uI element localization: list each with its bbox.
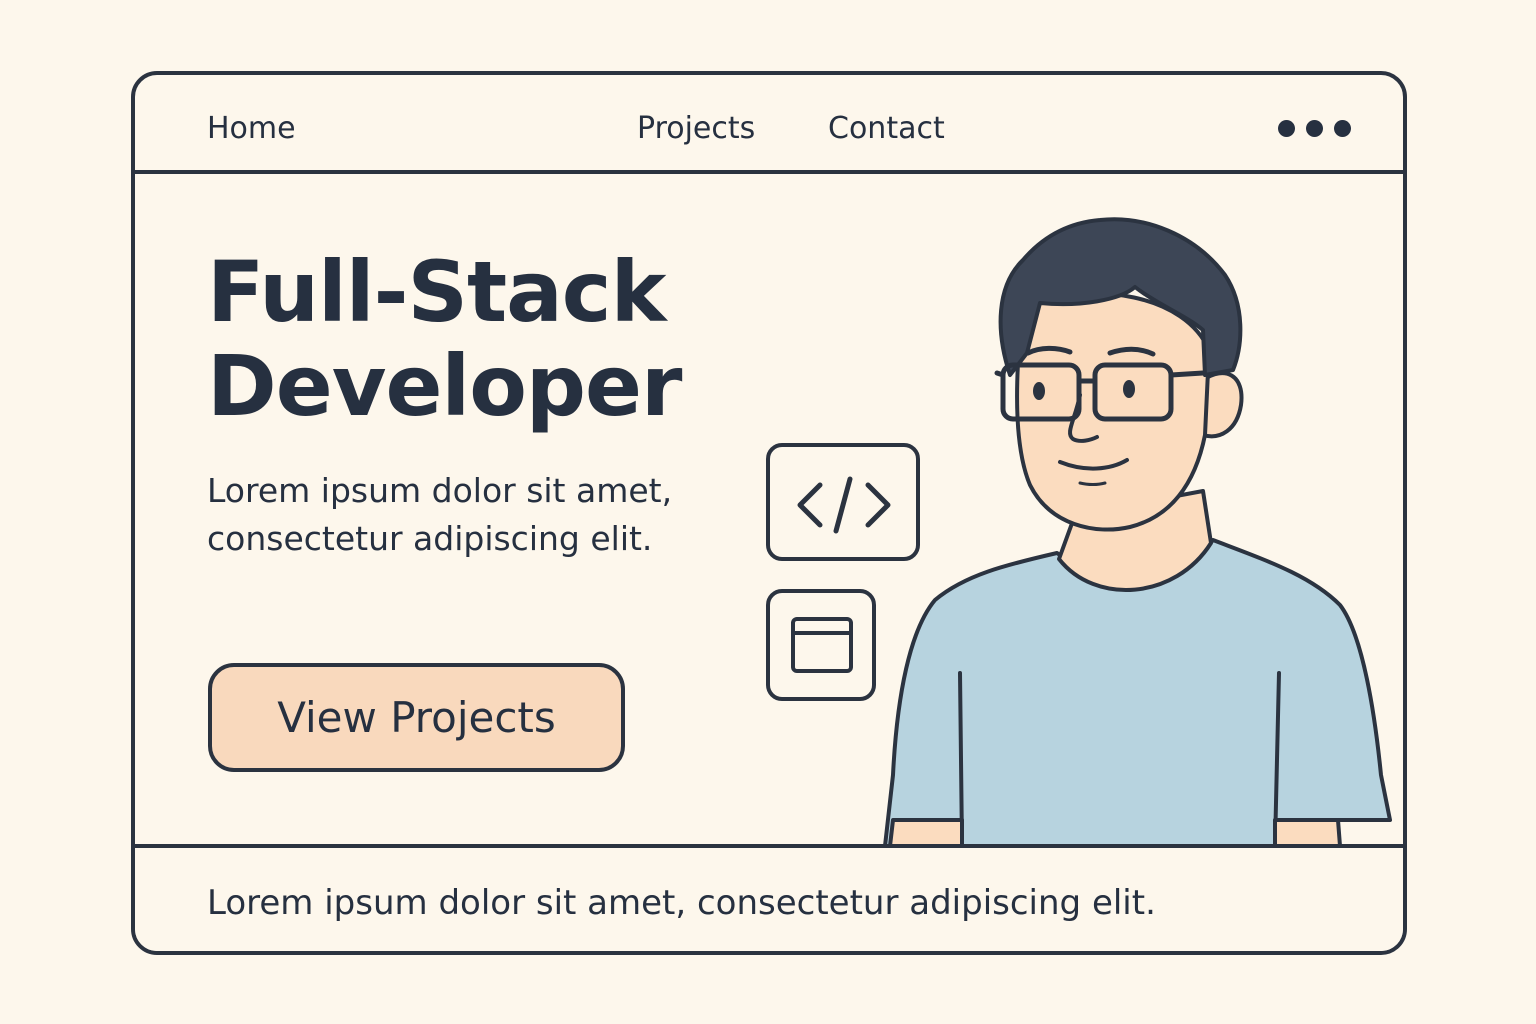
- footer: Lorem ipsum dolor sit amet, consectetur …: [135, 844, 1403, 951]
- developer-avatar: [883, 217, 1392, 848]
- browser-window: Home Projects Contact Full-Stack Develop…: [131, 71, 1407, 955]
- footer-text: Lorem ipsum dolor sit amet, consectetur …: [207, 883, 1156, 923]
- face: [1015, 291, 1211, 532]
